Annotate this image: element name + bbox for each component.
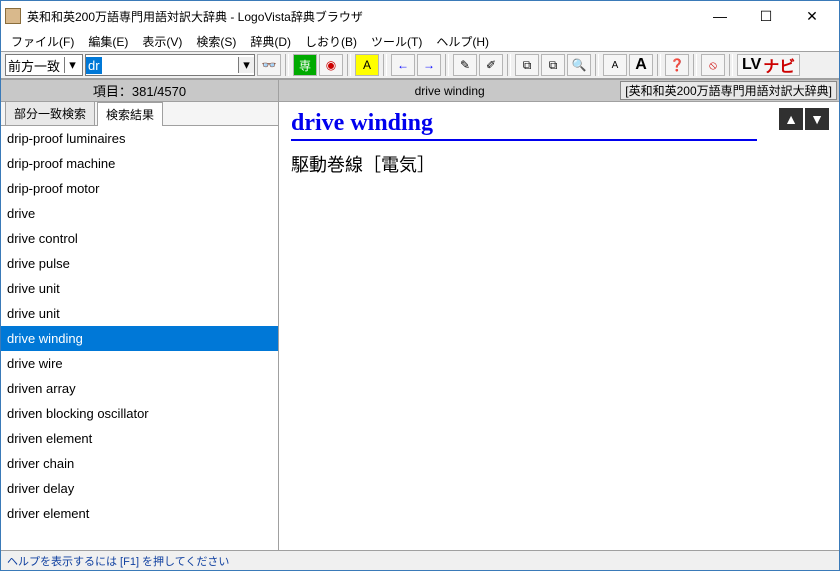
client-area: 項目：381/4570 部分一致検索 検索結果 drip-proof lumin… (1, 79, 839, 550)
menu-bar: ファイル(F) 編集(E) 表示(V) 検索(S) 辞典(D) しおり(B) ツ… (1, 31, 839, 51)
toolbar: 前方一致 ▾ dr ▾ 👓 専 ◉ A ← → ✎ ✐ ⧉ ⧉ 🔍 A A ❓ … (1, 51, 839, 79)
entry-content: ▲ ▼ drive winding 駆動巻線［電気］ (279, 102, 839, 550)
forward-button[interactable]: → (417, 54, 441, 76)
separator (347, 54, 351, 76)
menu-edit[interactable]: 編集(E) (82, 31, 134, 52)
app-icon (5, 8, 21, 24)
lvnav-button[interactable]: LV ナビ (737, 54, 800, 76)
close-button[interactable]: ✕ (789, 2, 835, 30)
list-item[interactable]: driven array (1, 376, 278, 401)
status-bar: ヘルプを表示するには [F1] を押してください (1, 550, 839, 570)
list-item[interactable]: drive control (1, 226, 278, 251)
menu-search[interactable]: 検索(S) (190, 31, 242, 52)
globe-button[interactable]: ◉ (319, 54, 343, 76)
search-value: dr (86, 57, 102, 74)
dictionary-name-label: [英和和英200万語専門用語対訳大辞典] (620, 81, 837, 100)
list-item[interactable]: drive winding (1, 326, 278, 351)
left-pane: 項目：381/4570 部分一致検索 検索結果 drip-proof lumin… (1, 80, 279, 550)
separator (285, 54, 289, 76)
highlight-button[interactable]: A (355, 54, 379, 76)
separator (657, 54, 661, 76)
title-bar: 英和和英200万語専門用語対訳大辞典 - LogoVista辞典ブラウザ — ☐… (1, 1, 839, 31)
current-entry-label: drive winding (279, 84, 620, 98)
menu-file[interactable]: ファイル(F) (5, 31, 80, 52)
list-item[interactable]: driven element (1, 426, 278, 451)
copy1-button[interactable]: ⧉ (515, 54, 539, 76)
list-item[interactable]: drip-proof luminaires (1, 126, 278, 151)
back-button[interactable]: ← (391, 54, 415, 76)
globe-icon: ◉ (326, 58, 336, 72)
separator (383, 54, 387, 76)
tab-search-results[interactable]: 検索結果 (97, 102, 163, 126)
separator (595, 54, 599, 76)
list-item[interactable]: driver chain (1, 451, 278, 476)
dropdown-icon: ▾ (238, 57, 254, 73)
list-item[interactable]: driven blocking oscillator (1, 401, 278, 426)
search-input[interactable]: dr ▾ (85, 54, 255, 76)
separator (507, 54, 511, 76)
list-item[interactable]: drive pulse (1, 251, 278, 276)
list-item[interactable]: drive (1, 201, 278, 226)
list-item[interactable]: driver element (1, 501, 278, 526)
help-button[interactable]: ❓ (665, 54, 689, 76)
list-item[interactable]: drive unit (1, 276, 278, 301)
lv-label: LV (742, 56, 761, 74)
headword: drive winding (291, 110, 757, 141)
pen1-button[interactable]: ✎ (453, 54, 477, 76)
dropdown-icon: ▾ (64, 57, 80, 73)
font-small-button[interactable]: A (603, 54, 627, 76)
menu-tool[interactable]: ツール(T) (365, 31, 428, 52)
menu-view[interactable]: 表示(V) (136, 31, 188, 52)
separator (445, 54, 449, 76)
match-mode-value: 前方一致 (8, 56, 60, 75)
copy2-button[interactable]: ⧉ (541, 54, 565, 76)
next-entry-button[interactable]: ▼ (805, 108, 829, 130)
right-pane: drive winding [英和和英200万語専門用語対訳大辞典] ▲ ▼ d… (279, 80, 839, 550)
nav-label: ナビ (763, 53, 795, 77)
list-item[interactable]: drip-proof motor (1, 176, 278, 201)
result-count-bar: 項目：381/4570 (1, 80, 278, 102)
entry-nav: ▲ ▼ (779, 108, 829, 130)
dict-select-button[interactable]: 専 (293, 54, 317, 76)
menu-help[interactable]: ヘルプ(H) (430, 31, 495, 52)
minimize-button[interactable]: — (697, 2, 743, 30)
match-mode-select[interactable]: 前方一致 ▾ (5, 54, 83, 76)
separator (729, 54, 733, 76)
binoculars-icon: 👓 (262, 58, 277, 72)
menu-bookmark[interactable]: しおり(B) (299, 31, 363, 52)
search-button[interactable]: 👓 (257, 54, 281, 76)
list-item[interactable]: drive wire (1, 351, 278, 376)
separator (693, 54, 697, 76)
entry-header-bar: drive winding [英和和英200万語専門用語対訳大辞典] (279, 80, 839, 102)
list-item[interactable]: driver delay (1, 476, 278, 501)
menu-dict[interactable]: 辞典(D) (244, 31, 297, 52)
zoom-button[interactable]: 🔍 (567, 54, 591, 76)
window-title: 英和和英200万語専門用語対訳大辞典 - LogoVista辞典ブラウザ (27, 8, 697, 25)
result-tabs: 部分一致検索 検索結果 (1, 102, 278, 126)
prev-entry-button[interactable]: ▲ (779, 108, 803, 130)
list-item[interactable]: drip-proof machine (1, 151, 278, 176)
result-list[interactable]: drip-proof luminairesdrip-proof machined… (1, 126, 278, 550)
maximize-button[interactable]: ☐ (743, 2, 789, 30)
list-item[interactable]: drive unit (1, 301, 278, 326)
stop-button[interactable]: ⦸ (701, 54, 725, 76)
definition: 駆動巻線［電気］ (291, 151, 827, 177)
font-large-button[interactable]: A (629, 54, 653, 76)
pen2-button[interactable]: ✐ (479, 54, 503, 76)
tab-partial-match[interactable]: 部分一致検索 (5, 101, 95, 125)
